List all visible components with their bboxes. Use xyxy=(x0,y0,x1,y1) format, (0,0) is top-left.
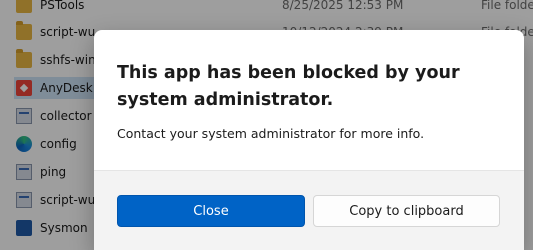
dialog-message: Contact your system administrator for mo… xyxy=(117,126,425,141)
copy-to-clipboard-button[interactable]: Copy to clipboard xyxy=(313,195,500,227)
dialog-title: This app has been blocked by your system… xyxy=(117,63,460,110)
blocked-app-dialog: This app has been blocked by your system… xyxy=(94,30,524,250)
dialog-footer: Close Copy to clipboard xyxy=(94,170,524,250)
close-button[interactable]: Close xyxy=(117,195,305,227)
